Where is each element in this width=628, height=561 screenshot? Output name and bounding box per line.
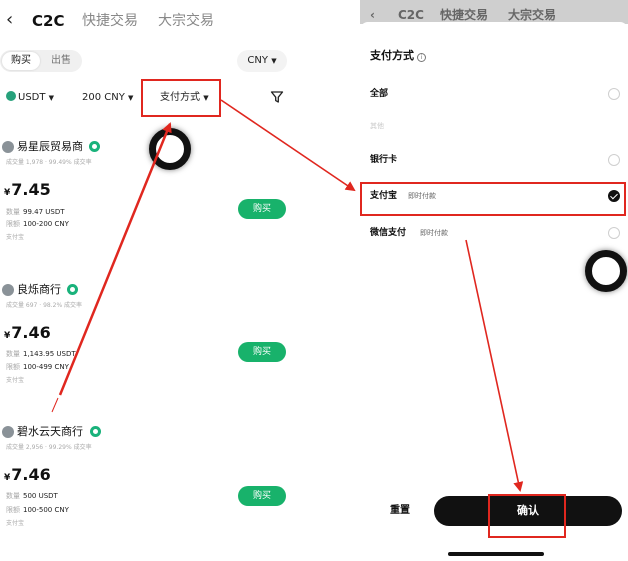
option-wechat-pay[interactable]: 微信支付 即时付款 [370,225,620,241]
amount-filter-label: 200 CNY [82,92,125,103]
option-sublabel: 即时付款 [420,229,448,237]
avatar [2,284,14,296]
confirm-highlight [488,494,566,538]
option-label: 其他 [370,122,384,130]
option-all[interactable]: 全部 [370,86,620,102]
bottom-sheet: 支付方式 i 全部 其他 银行卡 支付宝 即时付款 微信支付 即时付款 [360,22,628,561]
merchant-card: 良烁商行 成交量 697 · 98.2% 成交率 ¥7.46 数量 1,143.9… [0,283,300,403]
dim-tab-c2c: C2C [398,8,424,22]
amount-filter[interactable]: 200 CNY ▼ [82,90,133,106]
radio-unchecked-icon[interactable] [608,88,620,100]
merchant-stats: 成交量 697 · 98.2% 成交率 [6,302,83,309]
radio-unchecked-icon[interactable] [608,154,620,166]
dim-tab-quick-trade: 快捷交易 [440,8,489,22]
merchant-price: ¥7.46 [4,465,51,484]
buy-toggle[interactable]: 购买 [2,52,40,70]
merchant-quantity: 数量 99.47 USDT [6,208,65,216]
back-chevron-icon[interactable]: ‹ [6,8,13,32]
merchant-price: ¥7.45 [4,180,51,199]
back-chevron-icon: ‹ [370,8,375,22]
merchant-limit: 限额 100-200 CNY [6,220,69,228]
payment-method-sheet-screen: ‹ C2C 快捷交易 大宗交易 支付方式 i 全部 其他 银行卡 支付宝 即时付款… [360,0,628,561]
reset-button[interactable]: 重置 [380,500,420,522]
buy-button[interactable]: 购买 [238,486,286,506]
coin-filter[interactable]: USDT ▼ [6,90,54,106]
fiat-currency-select[interactable]: CNY ▼ [237,50,287,72]
buy-sell-toggle: 购买 出售 [0,50,82,72]
dim-tab-block-trade: 大宗交易 [508,8,557,22]
tab-quick-trade[interactable]: 快捷交易 [82,10,138,32]
buy-button[interactable]: 购买 [238,342,286,362]
merchant-card: 易星辰贸易商 成交量 1,978 · 99.49% 成交率 ¥7.45 数量 99… [0,140,300,260]
caret-down-icon: ▼ [128,94,134,102]
touch-indicator [149,128,191,170]
merchant-stats: 成交量 2,956 · 99.29% 成交率 [6,444,92,451]
merchant-name[interactable]: 易星辰贸易商 [17,140,83,154]
merchant-card: 碧水云天商行 成交量 2,956 · 99.29% 成交率 ¥7.46 数量 50… [0,425,300,545]
verified-badge-icon [90,426,101,437]
tab-c2c[interactable]: C2C [32,10,64,32]
verified-badge-icon [89,141,100,152]
filter-funnel-icon[interactable] [270,90,284,104]
option-label: 全部 [370,89,389,99]
merchant-name[interactable]: 良烁商行 [17,283,61,297]
avatar [2,426,14,438]
coin-filter-label: USDT [18,92,46,103]
merchant-quantity: 数量 1,143.95 USDT [6,350,76,358]
caret-down-icon: ▼ [48,94,55,102]
option-label: 微信支付 [370,228,407,238]
radio-unchecked-icon[interactable] [608,227,620,239]
fiat-currency-label: CNY [247,55,268,66]
merchant-payment: 支付宝 [6,520,25,527]
verified-badge-icon [67,284,78,295]
tether-icon [6,91,16,101]
option-other: 其他 [370,118,620,134]
caret-down-icon: ▼ [271,57,277,65]
home-indicator [448,552,544,556]
dimmed-header: ‹ C2C 快捷交易 大宗交易 [360,0,628,24]
buy-button[interactable]: 购买 [238,199,286,219]
top-nav: ‹ C2C 快捷交易 大宗交易 [0,8,300,34]
payment-filter-highlight [141,79,221,117]
sell-toggle[interactable]: 出售 [42,52,80,70]
avatar [2,141,14,153]
merchant-stats: 成交量 1,978 · 99.49% 成交率 [6,159,92,166]
c2c-market-screen: ‹ C2C 快捷交易 大宗交易 购买 出售 CNY ▼ USDT ▼ 200 C… [0,0,300,561]
option-label: 银行卡 [370,155,398,165]
merchant-payment: 支付宝 [6,234,25,241]
merchant-name[interactable]: 碧水云天商行 [17,425,83,439]
alipay-highlight [360,182,626,216]
option-bank-card[interactable]: 银行卡 [370,152,620,168]
merchant-quantity: 数量 500 USDT [6,492,58,500]
info-icon[interactable]: i [417,53,426,62]
merchant-payment: 支付宝 [6,377,25,384]
merchant-limit: 限额 100-500 CNY [6,506,69,514]
touch-indicator [585,250,627,292]
merchant-limit: 限额 100-499 CNY [6,363,69,371]
sheet-title: 支付方式 i [370,49,426,63]
merchant-price: ¥7.46 [4,323,51,342]
tab-block-trade[interactable]: 大宗交易 [158,10,214,32]
